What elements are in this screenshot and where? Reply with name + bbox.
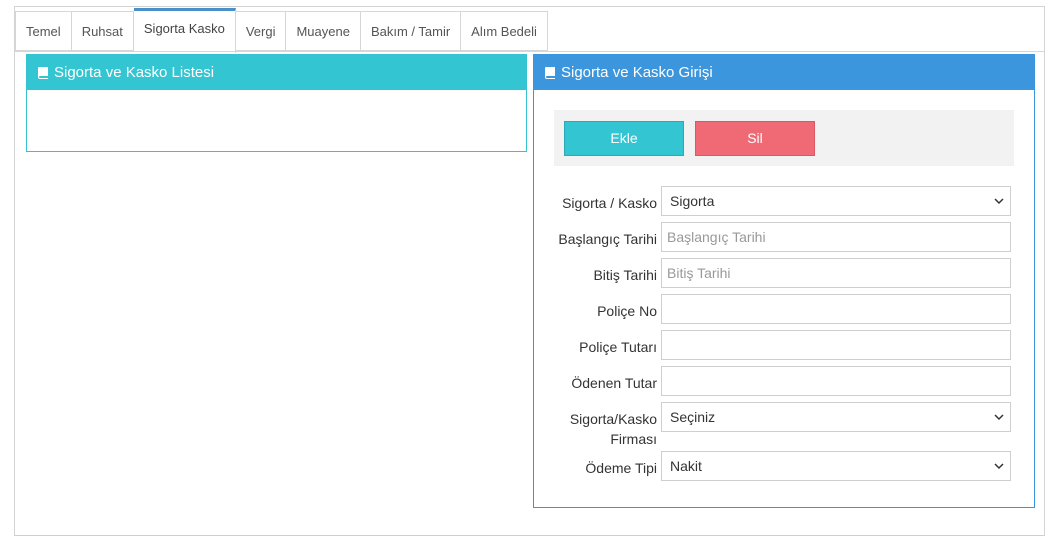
chevron-down-icon	[994, 414, 1004, 421]
payment-type-select[interactable]: Nakit	[661, 451, 1011, 481]
delete-button[interactable]: Sil	[695, 121, 815, 156]
company-value: Seçiniz	[670, 409, 716, 425]
paid-amount-input[interactable]	[661, 366, 1011, 396]
company-label-line2: Firması	[610, 431, 657, 447]
action-bar: Ekle Sil	[554, 110, 1014, 166]
tab-divider	[15, 51, 1044, 52]
tab-vergi[interactable]: Vergi	[235, 11, 287, 51]
book-icon	[544, 66, 555, 79]
add-button[interactable]: Ekle	[564, 121, 684, 156]
start-date-label: Başlangıç Tarihi	[558, 231, 657, 247]
type-select[interactable]: Sigorta	[661, 186, 1011, 216]
insurance-entry-title: Sigorta ve Kasko Girişi	[561, 64, 713, 81]
company-label: Sigorta/Kasko Firması	[570, 409, 657, 449]
end-date-input[interactable]: Bitiş Tarihi	[661, 258, 1011, 288]
type-value: Sigorta	[670, 193, 715, 209]
tab-temel[interactable]: Temel	[15, 11, 72, 51]
chevron-down-icon	[994, 198, 1004, 205]
policy-no-input[interactable]	[661, 294, 1011, 324]
book-icon	[37, 66, 48, 79]
policy-amount-label: Poliçe Tutarı	[579, 339, 657, 355]
insurance-entry-header: Sigorta ve Kasko Girişi	[534, 55, 1034, 90]
tab-muayene[interactable]: Muayene	[286, 11, 361, 51]
insurance-list-header: Sigorta ve Kasko Listesi	[27, 55, 526, 90]
payment-type-value: Nakit	[670, 458, 702, 474]
company-label-line1: Sigorta/Kasko	[569, 411, 657, 427]
tab-alim-bedeli[interactable]: Alım Bedeli	[461, 11, 548, 51]
insurance-list-title: Sigorta ve Kasko Listesi	[54, 64, 215, 81]
end-date-label: Bitiş Tarihi	[593, 267, 657, 283]
payment-type-label: Ödeme Tipi	[585, 460, 657, 476]
tab-bar: Temel Ruhsat Sigorta Kasko Vergi Muayene…	[15, 8, 548, 53]
company-select[interactable]: Seçiniz	[661, 402, 1011, 432]
vehicle-detail-frame: Temel Ruhsat Sigorta Kasko Vergi Muayene…	[14, 6, 1045, 536]
type-label: Sigorta / Kasko	[562, 195, 657, 211]
insurance-entry-panel: Sigorta ve Kasko Girişi Ekle Sil Sigorta…	[533, 54, 1035, 508]
tab-sigorta-kasko[interactable]: Sigorta Kasko	[133, 8, 236, 53]
tab-bakim-tamir[interactable]: Bakım / Tamir	[360, 11, 462, 51]
start-date-input[interactable]: Başlangıç Tarihi	[661, 222, 1011, 252]
tab-ruhsat[interactable]: Ruhsat	[71, 11, 134, 51]
chevron-down-icon	[994, 463, 1004, 470]
paid-amount-label: Ödenen Tutar	[571, 375, 657, 391]
policy-amount-input[interactable]	[661, 330, 1011, 360]
policy-no-label: Poliçe No	[597, 303, 657, 319]
insurance-list-panel: Sigorta ve Kasko Listesi	[26, 54, 527, 152]
